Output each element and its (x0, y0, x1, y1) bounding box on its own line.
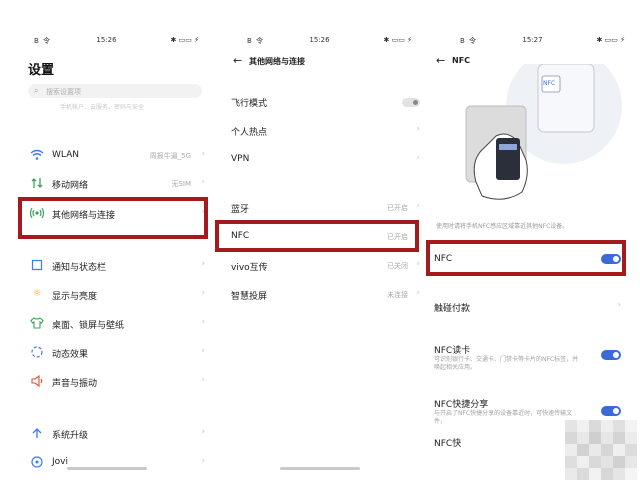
nfc-quick-share-toggle[interactable] (601, 406, 621, 416)
notification-icon (30, 258, 44, 272)
item-label: NFC快捷分享 (434, 400, 489, 410)
settings-panel: B 令 15:26 ✱ ▭▭ ⚡ 设置 ⌕ 搜索设置项 手机帐户、云服务、密码与… (0, 0, 213, 480)
chevron-right-icon: › (416, 259, 420, 269)
settings-item-label: 通知与状态栏 (52, 263, 107, 273)
settings-item-value: 周报牛逼_5G (149, 152, 191, 160)
chevron-right-icon: › (201, 149, 205, 159)
settings-item-label: 桌面、锁屏与壁纸 (52, 321, 125, 331)
settings-item-animations[interactable]: 动态效果 › (0, 341, 213, 365)
chevron-right-icon: › (201, 427, 205, 437)
watermark-mosaic (565, 420, 640, 480)
search-input[interactable]: ⌕ 搜索设置项 (28, 84, 202, 98)
jovi-icon (30, 455, 44, 469)
item-label: 个人热点 (231, 128, 268, 138)
status-icons-right: ✱ ▭▭ ⚡ (383, 36, 412, 44)
settings-item-label: 动态效果 (52, 350, 89, 360)
settings-item-value: 无SIM (171, 180, 191, 188)
settings-item-display[interactable]: ☼ 显示与亮度 › (0, 283, 213, 307)
back-arrow-icon[interactable]: ← (233, 54, 242, 67)
airplane-mode-toggle[interactable] (402, 98, 420, 107)
settings-item-label: 系统升级 (52, 431, 89, 441)
item-value: 已开启 (387, 204, 408, 212)
upgrade-icon (30, 426, 44, 440)
animation-icon (30, 345, 44, 359)
settings-item-label: 显示与亮度 (52, 292, 98, 302)
home-indicator[interactable] (280, 467, 360, 470)
chevron-right-icon: › (416, 153, 420, 163)
search-placeholder: 搜索设置项 (46, 88, 81, 96)
chevron-right-icon: › (201, 259, 205, 269)
settings-item-label: Jovi (52, 457, 68, 467)
settings-item-notifications[interactable]: 通知与状态栏 › (0, 254, 213, 278)
status-bar: B 令 15:27 ✱ ▭▭ ⚡ (426, 34, 639, 48)
page-title: 其他网络与连接 (249, 57, 305, 66)
highlight-box (426, 240, 626, 276)
chevron-right-icon: › (201, 288, 205, 298)
status-icons-right: ✱ ▭▭ ⚡ (596, 36, 625, 44)
settings-item-label: WLAN (52, 150, 80, 160)
highlight-box (215, 220, 419, 252)
page-title: 设置 (28, 63, 55, 78)
item-label: 飞行模式 (231, 99, 268, 109)
chevron-right-icon: › (201, 456, 205, 466)
item-label: 蓝牙 (231, 205, 250, 215)
settings-item-system-upgrade[interactable]: 系统升级 › (0, 422, 213, 446)
signal-icon (30, 176, 44, 190)
settings-item-label: 移动网络 (52, 181, 89, 191)
item-hotspot[interactable]: 个人热点 › (213, 119, 426, 143)
chevron-right-icon: › (201, 375, 205, 385)
nfc-description: 使用时请将手机NFC感应区域靠近其他NFC设备。 (436, 223, 569, 230)
item-label: NFC快 (434, 439, 462, 449)
settings-item-label: 声音与振动 (52, 379, 98, 389)
item-label: vivo互传 (231, 263, 268, 273)
settings-item-desktop-wallpaper[interactable]: 桌面、锁屏与壁纸 › (0, 312, 213, 336)
brightness-icon: ☼ (32, 288, 42, 299)
item-bluetooth[interactable]: 蓝牙 已开启 › (213, 196, 426, 220)
account-summary-text: 手机帐户、云服务、密码与安全 (60, 104, 145, 111)
wifi-icon (30, 148, 44, 162)
nfc-panel: B 令 15:27 ✱ ▭▭ ⚡ ← NFC NFC 使用时请将手机NFC感应区… (426, 0, 639, 480)
settings-item-sound[interactable]: 声音与振动 › (0, 370, 213, 394)
item-label: NFC读卡 (434, 346, 471, 356)
status-icons-right: ✱ ▭▭ ⚡ (170, 36, 199, 44)
home-indicator[interactable] (67, 467, 147, 470)
search-icon: ⌕ (34, 86, 39, 95)
chevron-right-icon: › (416, 124, 420, 134)
back-arrow-icon[interactable]: ← (436, 54, 445, 67)
nfc-quick-share-desc: 与开启了NFC快捷分享的设备靠近时，可快速传输文件， (434, 410, 573, 425)
nfc-card-reader-toggle[interactable] (601, 350, 621, 360)
nfc-card-reader-desc: 可识别银行卡、交通卡、门禁卡等卡片的NFC标签，并唤起相关应用。 (434, 356, 579, 371)
chevron-right-icon: › (201, 317, 205, 327)
shirt-icon (30, 316, 44, 330)
item-airplane-mode[interactable]: 飞行模式 (213, 90, 426, 114)
item-label: 触碰付款 (434, 304, 471, 314)
settings-item-wlan[interactable]: WLAN 周报牛逼_5G › (0, 144, 213, 168)
item-label: 智慧投屏 (231, 292, 268, 302)
chevron-right-icon: › (416, 288, 420, 298)
item-value: 未连接 (387, 291, 408, 299)
item-value: 已关闭 (387, 262, 408, 270)
highlight-box (18, 197, 208, 239)
status-bar: B 令 15:26 ✱ ▭▭ ⚡ (213, 34, 426, 48)
chevron-right-icon: › (201, 346, 205, 356)
chevron-right-icon: › (416, 201, 420, 211)
item-vpn[interactable]: VPN › (213, 148, 426, 172)
settings-item-mobile-network[interactable]: 移动网络 无SIM › (0, 172, 213, 196)
settings-item-jovi[interactable]: Jovi › (0, 451, 213, 475)
status-bar: B 令 15:26 ✱ ▭▭ ⚡ (0, 34, 213, 48)
tap-to-pay-row[interactable]: 触碰付款 › (426, 295, 639, 319)
nfc-badge-label: NFC (543, 80, 556, 87)
speaker-icon (30, 374, 44, 388)
chevron-right-icon: › (617, 300, 621, 310)
item-label: VPN (231, 154, 250, 164)
other-networks-panel: B 令 15:26 ✱ ▭▭ ⚡ ← 其他网络与连接 飞行模式 个人热点 › V… (213, 0, 426, 480)
chevron-right-icon: › (201, 177, 205, 187)
item-smart-cast[interactable]: 智慧投屏 未连接 › (213, 283, 426, 307)
item-vivo-share[interactable]: vivo互传 已关闭 › (213, 254, 426, 278)
